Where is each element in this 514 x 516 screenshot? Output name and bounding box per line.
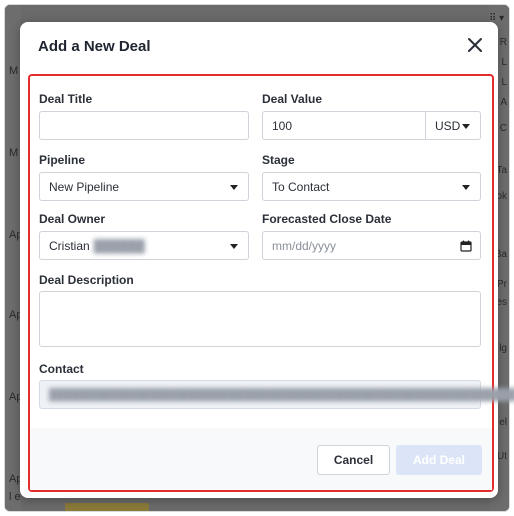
redacted-text: ██████ bbox=[93, 238, 145, 253]
background-left-item: l e bbox=[9, 491, 21, 503]
modal-title: Add a New Deal bbox=[38, 38, 151, 55]
currency-value: USD bbox=[435, 118, 461, 133]
background-right-item: ok bbox=[496, 191, 507, 202]
deal-title-input[interactable] bbox=[39, 111, 249, 140]
background-left-item: M bbox=[9, 65, 19, 77]
close-date-input[interactable]: mm/dd/yyyy bbox=[262, 231, 481, 260]
background-right-item: C bbox=[499, 123, 507, 134]
stage-label: Stage bbox=[262, 153, 295, 167]
close-date-label: Forecasted Close Date bbox=[262, 212, 392, 226]
deal-value-label: Deal Value bbox=[262, 92, 323, 106]
background-button-fragment bbox=[65, 503, 149, 511]
background-right-item: L bbox=[501, 77, 507, 88]
background-right-item: es bbox=[496, 297, 507, 308]
pipeline-value: New Pipeline bbox=[49, 179, 120, 194]
currency-select[interactable]: USD bbox=[425, 111, 481, 140]
deal-owner-select[interactable]: Cristian ██████ bbox=[39, 231, 249, 260]
background-right-item: Pr bbox=[497, 279, 507, 290]
pipeline-label: Pipeline bbox=[39, 153, 86, 167]
chevron-down-icon bbox=[230, 244, 238, 249]
modal-header: Add a New Deal bbox=[20, 22, 498, 70]
background-right-item: lg bbox=[499, 343, 507, 354]
pipeline-select[interactable]: New Pipeline bbox=[39, 172, 249, 201]
modal-footer: Cancel Add Deal bbox=[30, 428, 492, 490]
deal-value-input[interactable]: 100 bbox=[262, 111, 426, 140]
close-icon[interactable] bbox=[466, 36, 484, 54]
background-right-item: L bbox=[501, 57, 507, 68]
background-left-item: M bbox=[9, 147, 19, 159]
stage-value: To Contact bbox=[272, 179, 330, 194]
background-right-item: Ut bbox=[497, 451, 507, 462]
background-right-item: A bbox=[500, 97, 507, 108]
background-right-item: el bbox=[499, 417, 507, 428]
add-deal-button[interactable]: Add Deal bbox=[396, 445, 482, 475]
deal-owner-label: Deal Owner bbox=[39, 212, 106, 226]
stage-select[interactable]: To Contact bbox=[262, 172, 481, 201]
contact-field[interactable]: ████████████████████████████████████████… bbox=[39, 380, 514, 409]
chevron-down-icon bbox=[230, 185, 238, 190]
chevron-down-icon bbox=[462, 124, 470, 129]
redacted-text: ████████████████████████████████████████… bbox=[49, 388, 514, 401]
cancel-button[interactable]: Cancel bbox=[317, 445, 390, 475]
background-left-column: M M Ap Ap Ap Ap l e bbox=[5, 5, 22, 511]
chevron-down-icon bbox=[462, 185, 470, 190]
description-label: Deal Description bbox=[39, 273, 134, 287]
calendar-icon[interactable] bbox=[460, 240, 472, 255]
close-date-placeholder: mm/dd/yyyy bbox=[272, 238, 337, 253]
background-right-item: Ta bbox=[496, 165, 507, 176]
deal-form-highlight: Deal Title Deal Value 100 USD Pipeline N… bbox=[28, 74, 514, 492]
deal-owner-value: Cristian bbox=[49, 238, 90, 253]
deal-title-label: Deal Title bbox=[39, 92, 93, 106]
contact-label: Contact bbox=[39, 362, 84, 376]
background-right-item: R bbox=[499, 37, 507, 48]
description-textarea[interactable] bbox=[39, 291, 481, 347]
add-deal-modal: Add a New Deal Deal Title Deal Value 100… bbox=[20, 22, 514, 498]
